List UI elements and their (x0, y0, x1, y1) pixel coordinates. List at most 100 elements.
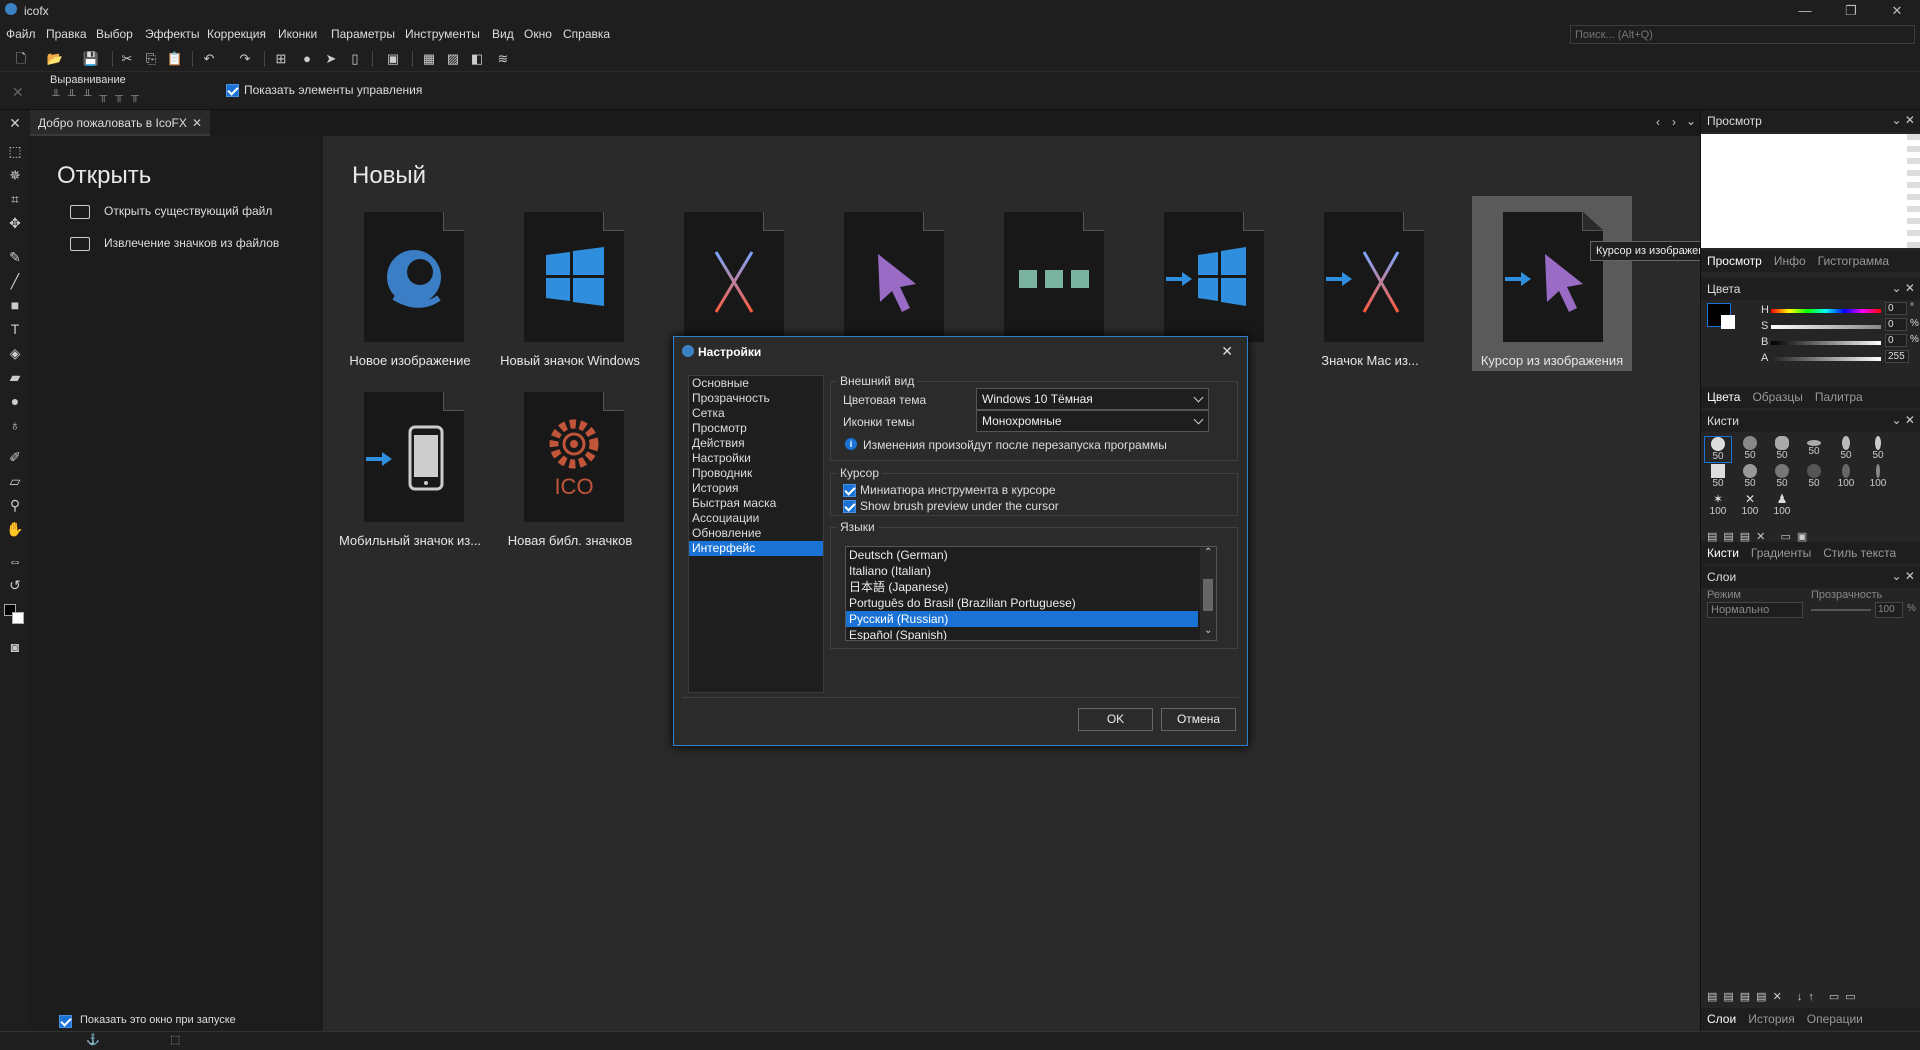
close-panel-icon[interactable]: ✕ (4, 112, 26, 134)
open-file-icon[interactable]: 📂 (46, 50, 64, 68)
cursor-icon[interactable]: ➤ (322, 50, 340, 68)
tab-brushes[interactable]: Кисти (1701, 542, 1745, 564)
tab-layers[interactable]: Слои (1701, 1008, 1742, 1030)
tab-palette[interactable]: Палитра (1809, 386, 1869, 408)
tile-new-windows-icon[interactable]: Новый значок Windows (491, 196, 649, 371)
category-item[interactable]: История (689, 481, 823, 496)
tab-colors[interactable]: Цвета (1701, 386, 1746, 408)
brush-preset[interactable]: ✕ 100 (1736, 492, 1764, 517)
brightness-slider[interactable] (1771, 341, 1881, 345)
minimize-button[interactable]: — (1782, 0, 1828, 22)
cancel-button[interactable]: Отмена (1161, 708, 1236, 731)
windows-icon[interactable]: ⊞ (272, 50, 290, 68)
menu-parameters[interactable]: Параметры (331, 27, 395, 41)
tab-info[interactable]: Инфо (1768, 250, 1812, 272)
brush-preset[interactable]: 50 (1832, 436, 1860, 461)
redo-icon[interactable]: ↷ (236, 50, 254, 68)
category-item[interactable]: Проводник (689, 466, 823, 481)
tab-list-icon[interactable]: ⌄ (1686, 114, 1696, 128)
brush-preset[interactable]: 50 (1864, 436, 1892, 461)
menu-effects[interactable]: Эффекты (145, 27, 200, 41)
search-input[interactable] (1570, 25, 1915, 44)
tab-history[interactable]: История (1742, 1008, 1801, 1030)
menu-window[interactable]: Окно (524, 27, 552, 41)
category-item[interactable]: Действия (689, 436, 823, 451)
tile-cursor-from-image[interactable]: Курсор из изображения (1472, 196, 1632, 371)
ruler-icon[interactable]: ▱ (4, 470, 26, 492)
brush-preset[interactable]: 50 (1736, 436, 1764, 461)
fill-icon[interactable]: ◈ (4, 342, 26, 364)
menu-file[interactable]: Файл (6, 27, 36, 41)
menu-view[interactable]: Вид (492, 27, 514, 41)
tile-mobile-from-image[interactable]: Мобильный значок из... (331, 376, 489, 551)
theme-select[interactable]: Windows 10 Тёмная (976, 388, 1209, 410)
tab-gradients[interactable]: Градиенты (1745, 542, 1817, 564)
h-value[interactable]: 0 (1885, 302, 1907, 315)
layer-actions-icons[interactable]: ▤▤▤▤✕ ↓↑ ▭▭ (1707, 990, 1862, 1003)
category-item[interactable]: Сетка (689, 406, 823, 421)
preview-scrollbar[interactable] (1907, 134, 1920, 248)
save-icon[interactable]: 💾 (82, 50, 100, 68)
category-item-selected[interactable]: Интерфейс (689, 541, 823, 556)
dialog-close-icon[interactable]: ✕ (1221, 343, 1233, 360)
image-icon[interactable]: ▣ (384, 50, 402, 68)
brush-preset[interactable]: 50 (1800, 464, 1828, 489)
brush-preset[interactable]: 50 (1768, 436, 1796, 461)
move-icon[interactable]: ✥ (4, 212, 26, 234)
language-item-selected[interactable]: Русский (Russian) (846, 611, 1198, 627)
category-item[interactable]: Ассоциации (689, 511, 823, 526)
menu-icons[interactable]: Иконки (278, 27, 317, 41)
category-item[interactable]: Обновление (689, 526, 823, 541)
eyedropper-icon[interactable]: ✐ (4, 446, 26, 468)
category-item[interactable]: Прозрачность (689, 391, 823, 406)
new-file-icon[interactable]: 🗋 (12, 50, 30, 68)
tab-next-icon[interactable]: › (1672, 115, 1676, 129)
hue-slider[interactable] (1771, 309, 1881, 313)
rotate-icon[interactable]: ↺ (4, 574, 26, 596)
language-item[interactable]: Español (Spanish) (846, 627, 1198, 640)
tab-histogram[interactable]: Гистограмма (1812, 250, 1895, 272)
dodge-icon[interactable]: ♁ (4, 414, 26, 436)
blend-mode-select[interactable]: Нормально (1707, 602, 1803, 618)
b-value[interactable]: 0 (1885, 334, 1907, 347)
layers-icon[interactable]: ≋ (494, 50, 512, 68)
copy-icon[interactable]: ⎘ (142, 50, 160, 68)
blur-icon[interactable]: ● (4, 390, 26, 412)
menu-correction[interactable]: Коррекция (207, 27, 266, 41)
alpha-slider[interactable] (1771, 357, 1881, 361)
rectangle-icon[interactable]: ■ (4, 294, 26, 316)
tab-text-style[interactable]: Стиль текста (1817, 542, 1902, 564)
opacity-slider[interactable] (1811, 609, 1871, 611)
show-controls-checkbox[interactable] (226, 83, 239, 98)
brush-preset[interactable]: 50 (1704, 436, 1732, 463)
brush-preset[interactable]: 50 (1768, 464, 1796, 489)
quick-mask-icon[interactable]: ◙ (4, 636, 26, 658)
brush-preset[interactable]: ✶ 100 (1704, 492, 1732, 517)
checker-icon[interactable]: ▦ (420, 50, 438, 68)
flip-icon[interactable]: ⇔ (4, 550, 26, 572)
tile-new-icon-library[interactable]: ICO Новая библ. значков (491, 376, 649, 551)
tab-prev-icon[interactable]: ‹ (1656, 115, 1660, 129)
cut-icon[interactable]: ✂ (118, 50, 136, 68)
language-item[interactable]: Português do Brasil (Brazilian Portugues… (846, 595, 1198, 611)
background-color-swatch[interactable] (12, 612, 24, 624)
extract-icons-link[interactable]: Извлечение значков из файлов (70, 236, 279, 251)
theme-icons-select[interactable]: Монохромные (976, 410, 1209, 432)
mask-icon[interactable]: ◧ (468, 50, 486, 68)
eraser-icon[interactable]: ▰ (4, 366, 26, 388)
brush-icon[interactable]: ✎ (4, 246, 26, 268)
zoom-icon[interactable]: ⚲ (4, 494, 26, 516)
secondary-color-swatch[interactable] (1721, 315, 1735, 329)
paste-icon[interactable]: 📋 (166, 50, 184, 68)
brush-preset[interactable]: 100 (1832, 464, 1860, 489)
brush-preset[interactable]: 50 (1704, 464, 1732, 489)
category-item[interactable]: Основные (689, 376, 823, 391)
line-icon[interactable]: ╱ (4, 270, 26, 292)
brush-preview-checkbox[interactable] (843, 499, 856, 514)
language-item[interactable]: Deutsch (German) (846, 547, 1198, 563)
category-item[interactable]: Быстрая маска (689, 496, 823, 511)
brush-preset[interactable]: 100 (1864, 464, 1892, 489)
brush-preset[interactable]: 50 (1800, 436, 1828, 457)
category-item[interactable]: Настройки (689, 451, 823, 466)
tile-new-image[interactable]: Новое изображение (331, 196, 489, 371)
